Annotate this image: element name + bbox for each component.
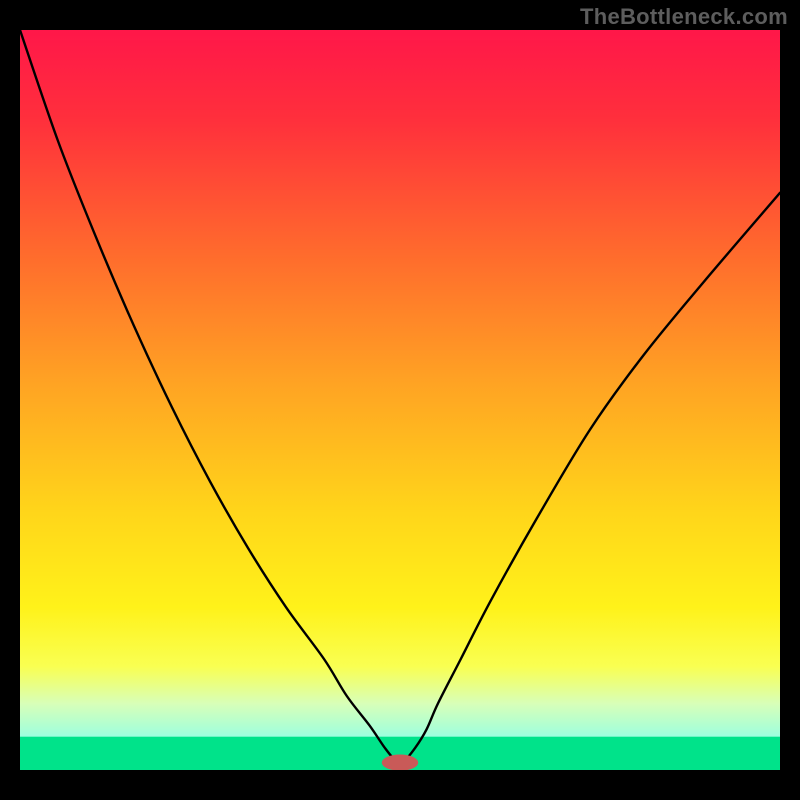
gradient-background (20, 30, 780, 770)
optimum-marker (382, 754, 418, 770)
chart-svg (20, 30, 780, 770)
chart-frame: TheBottleneck.com (0, 0, 800, 800)
plot-area (20, 30, 780, 770)
watermark-text: TheBottleneck.com (580, 4, 788, 30)
